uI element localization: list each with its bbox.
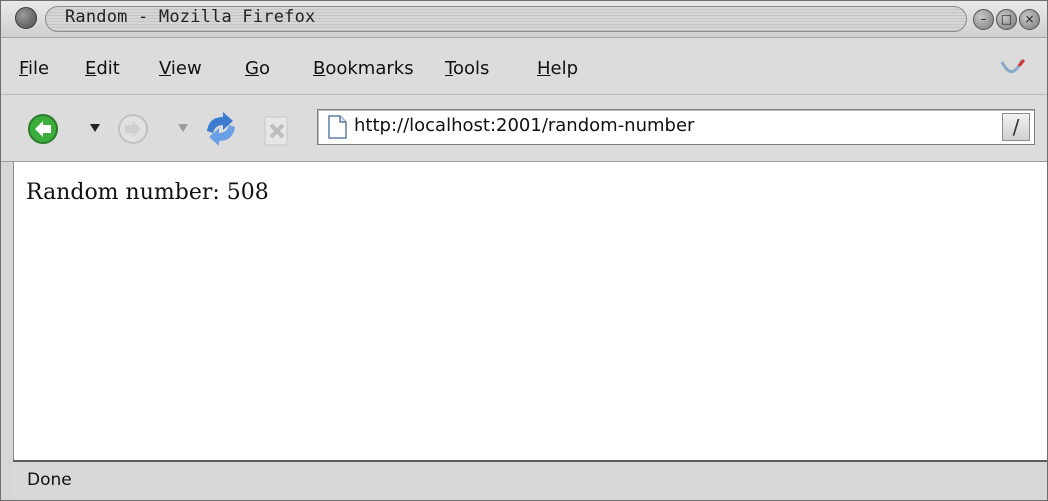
stop-icon[interactable] <box>257 111 297 151</box>
title-bar[interactable]: Random - Mozilla Firefox – □ × <box>1 1 1047 38</box>
menu-file[interactable]: File <box>19 58 49 79</box>
url-text[interactable]: http://localhost:2001/random-number <box>354 115 694 136</box>
back-dropdown-icon[interactable] <box>89 123 101 133</box>
window-title: Random - Mozilla Firefox <box>65 7 316 27</box>
close-icon[interactable]: × <box>1019 9 1040 30</box>
status-text: Done <box>27 470 72 490</box>
menu-bookmarks[interactable]: Bookmarks <box>313 58 414 79</box>
forward-icon[interactable] <box>117 113 149 145</box>
url-bar[interactable]: http://localhost:2001/random-number / <box>317 109 1035 145</box>
navigation-toolbar: http://localhost:2001/random-number / <box>1 95 1047 162</box>
page-content: Random number: 508 <box>13 162 1047 460</box>
menu-bar: File Edit View Go Bookmarks Tools Help <box>1 38 1047 95</box>
forward-dropdown-icon[interactable] <box>177 123 189 133</box>
menu-tools[interactable]: Tools <box>445 58 489 79</box>
minimize-icon[interactable]: – <box>973 9 994 30</box>
browser-window: Random - Mozilla Firefox – □ × File Edit… <box>0 0 1048 501</box>
menu-view[interactable]: View <box>159 58 202 79</box>
go-button[interactable]: / <box>1002 113 1030 141</box>
window-controls: – □ × <box>969 7 1043 31</box>
status-bar: Done <box>13 460 1047 500</box>
back-icon[interactable] <box>27 113 59 145</box>
window-menu-icon[interactable] <box>15 7 37 29</box>
menu-edit[interactable]: Edit <box>85 58 120 79</box>
reload-icon[interactable] <box>199 109 243 149</box>
menu-go[interactable]: Go <box>245 58 270 79</box>
page-icon <box>328 115 347 139</box>
throbber-icon[interactable] <box>997 54 1027 84</box>
menu-help[interactable]: Help <box>537 58 578 79</box>
maximize-icon[interactable]: □ <box>996 9 1017 30</box>
left-sidebar-strip <box>1 162 13 500</box>
random-number-text: Random number: 508 <box>26 180 269 205</box>
